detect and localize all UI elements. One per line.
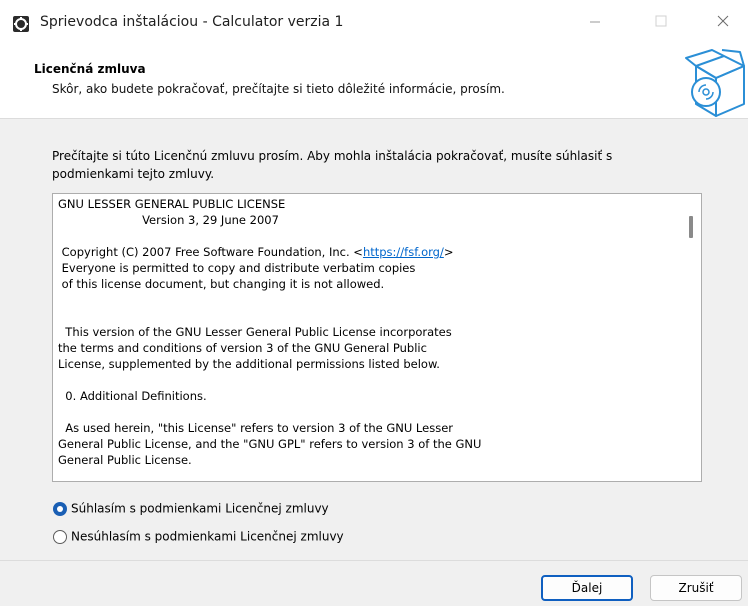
intro-text: Prečítajte si túto Licenčnú zmluvu prosí…: [52, 149, 613, 181]
title-bar: Sprievodca inštaláciou - Calculator verz…: [0, 0, 748, 44]
accept-radio-label: Súhlasím s podmienkami Licenčnej zmluvy: [71, 501, 329, 516]
accept-radio-option[interactable]: Súhlasím s podmienkami Licenčnej zmluvy: [53, 501, 329, 516]
page-subtitle: Skôr, ako budete pokračovať, prečítajte …: [52, 82, 505, 96]
wizard-header: Licenčná zmluva Skôr, ako budete pokračo…: [0, 44, 748, 118]
decline-radio-label: Nesúhlasím s podmienkami Licenčnej zmluv…: [71, 529, 344, 544]
footer-divider: [0, 560, 748, 561]
cancel-button[interactable]: Zrušiť: [650, 575, 742, 601]
license-text-box[interactable]: GNU LESSER GENERAL PUBLIC LICENSE Versio…: [52, 193, 702, 482]
license-text: GNU LESSER GENERAL PUBLIC LICENSE Versio…: [58, 196, 678, 468]
license-paragraph-1: Everyone is permitted to copy and distri…: [61, 261, 416, 291]
license-paragraph-3: 0. Additional Definitions.: [58, 389, 207, 403]
decline-radio-option[interactable]: Nesúhlasím s podmienkami Licenčnej zmluv…: [53, 529, 344, 544]
close-button[interactable]: [700, 0, 746, 44]
decline-radio-button[interactable]: [53, 529, 67, 544]
window-title: Sprievodca inštaláciou - Calculator verz…: [40, 14, 344, 30]
license-copyright-end: >: [443, 245, 454, 259]
license-paragraph-2: This version of the GNU Lesser General P…: [58, 325, 452, 371]
license-scrollbar[interactable]: [683, 194, 701, 481]
license-copyright: Copyright (C) 2007 Free Software Foundat…: [58, 245, 363, 259]
scrollbar-thumb[interactable]: [689, 216, 693, 238]
header-divider: [0, 118, 748, 119]
minimize-button[interactable]: [572, 0, 618, 44]
license-heading: GNU LESSER GENERAL PUBLIC LICENSE: [58, 197, 286, 211]
maximize-button: [655, 15, 667, 27]
install-box-icon: [685, 49, 745, 117]
license-version: Version 3, 29 June 2007: [58, 213, 279, 227]
page-title: Licenčná zmluva: [34, 62, 146, 76]
license-paragraph-4: As used herein, "this License" refers to…: [58, 421, 482, 467]
accept-radio-button[interactable]: [53, 501, 67, 516]
installer-app-icon: [13, 16, 29, 32]
next-button[interactable]: Ďalej: [541, 575, 633, 601]
license-link[interactable]: https://fsf.org/: [363, 245, 444, 259]
